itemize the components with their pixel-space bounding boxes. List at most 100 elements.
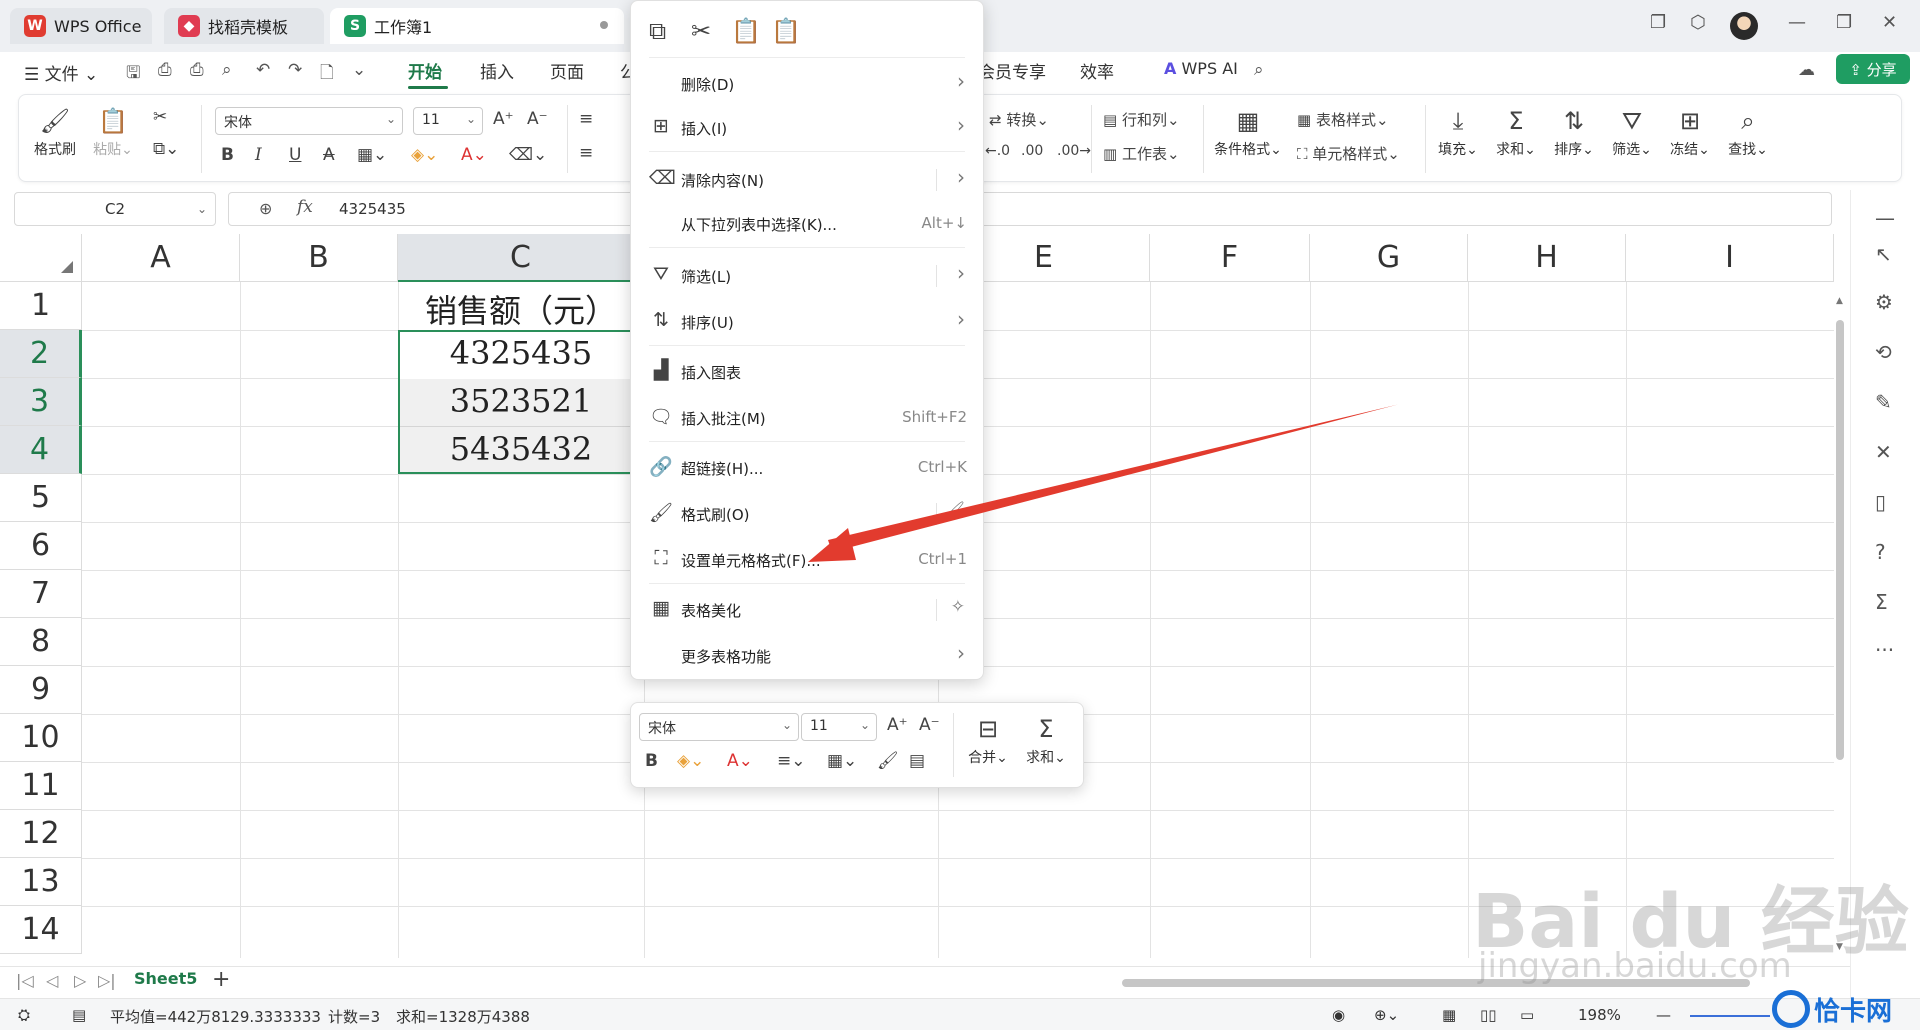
font-color-icon[interactable]: A⌄	[727, 751, 753, 771]
pointer-icon[interactable]: ↖	[1875, 242, 1892, 266]
menu-item-insert[interactable]: ⊞ 插入(I) ›	[631, 107, 983, 147]
increase-font-icon[interactable]: A⁺	[887, 715, 908, 735]
tools-icon[interactable]: ✕	[1875, 440, 1892, 464]
cube-icon[interactable]: ⬡	[1690, 12, 1706, 33]
menu-item-hyperlink[interactable]: 🔗 超链接(H)... Ctrl+K	[631, 447, 983, 487]
next-sheet-icon[interactable]: ▷	[74, 971, 86, 990]
filter-button[interactable]: ⛛ 筛选⌄	[1607, 105, 1657, 159]
row-header-5[interactable]: 5	[0, 474, 82, 522]
mini-font-size-select[interactable]: 11 ⌄	[801, 713, 877, 741]
row-header-13[interactable]: 13	[0, 858, 82, 906]
column-header-g[interactable]: G	[1310, 234, 1468, 282]
print-icon[interactable]: ⎙	[190, 60, 204, 80]
align-top-icon[interactable]: ≡	[579, 109, 593, 129]
row-header-9[interactable]: 9	[0, 666, 82, 714]
column-header-a[interactable]: A	[82, 234, 240, 282]
close-icon[interactable]: ✕	[1882, 12, 1897, 33]
fill-button[interactable]: ⤓ 填充⌄	[1433, 105, 1483, 159]
add-sheet-button[interactable]: +	[212, 967, 230, 992]
border-icon[interactable]: ▦⌄	[357, 145, 387, 165]
underline-icon[interactable]: U	[289, 145, 301, 165]
more-quick-access-icon[interactable]: ⌄	[352, 60, 366, 80]
tab-page[interactable]: 页面	[550, 58, 584, 83]
wrap-text-icon[interactable]: ▤	[909, 751, 925, 771]
row-header-6[interactable]: 6	[0, 522, 82, 570]
cell-c1[interactable]: 销售额（元）	[398, 286, 644, 332]
avatar[interactable]	[1730, 12, 1758, 40]
row-header-1[interactable]: 1	[0, 282, 82, 330]
function-button[interactable]: fx	[297, 197, 313, 217]
page-layout-icon[interactable]: ▯▯	[1480, 1006, 1497, 1024]
cell-c3[interactable]: 3523521	[398, 382, 644, 420]
column-header-f[interactable]: F	[1150, 234, 1310, 282]
decimal-place-icon[interactable]: .00	[1021, 143, 1043, 159]
freeze-button[interactable]: ⊞ 冻结⌄	[1665, 105, 1715, 159]
sum-button[interactable]: Σ 求和⌄	[1491, 105, 1541, 159]
merge-button[interactable]: ⊟ 合并⌄	[963, 713, 1013, 767]
copy-icon[interactable]: ⧉	[649, 17, 666, 45]
menu-item-format-cells[interactable]: ⛶ 设置单元格格式(F)... Ctrl+1	[631, 539, 983, 579]
ai-assistant-icon[interactable]: ✎	[1875, 390, 1892, 414]
tab-workbook[interactable]: S 工作簿1	[330, 8, 624, 44]
zoom-slider[interactable]	[1690, 1015, 1770, 1017]
row-header-12[interactable]: 12	[0, 810, 82, 858]
properties-icon[interactable]: ⚙	[1875, 290, 1893, 314]
paste-icon[interactable]: 📋	[731, 17, 761, 45]
row-header-14[interactable]: 14	[0, 906, 82, 954]
font-name-select[interactable]: 宋体 ⌄	[215, 107, 403, 135]
sheet-tab-sheet5[interactable]: Sheet5	[134, 969, 197, 988]
export-icon[interactable]: ⎙	[158, 60, 172, 80]
tab-insert[interactable]: 插入	[480, 58, 514, 83]
row-header-10[interactable]: 10	[0, 714, 82, 762]
find-button[interactable]: ⌕ 查找⌄	[1723, 105, 1773, 159]
new-doc-icon[interactable]: 🗋	[320, 60, 334, 89]
copy-icon[interactable]: ⧉⌄	[153, 139, 179, 159]
cut-icon[interactable]: ✂	[153, 107, 167, 127]
scroll-thumb[interactable]	[1836, 320, 1844, 760]
cloud-sync-icon[interactable]: ☁	[1798, 60, 1815, 80]
menu-item-beautify-table[interactable]: ▦ 表格美化 ✧	[631, 589, 983, 629]
wps-ai-button[interactable]: A WPS AI	[1164, 59, 1238, 78]
row-header-4[interactable]: 4	[0, 426, 82, 474]
page-break-icon[interactable]: ▭	[1520, 1006, 1534, 1024]
conditional-format-button[interactable]: ▦ 条件格式⌄	[1209, 105, 1287, 159]
row-header-3[interactable]: 3	[0, 378, 82, 426]
vertical-scrollbar[interactable]: ▲ ▼	[1834, 282, 1848, 958]
book-icon[interactable]: ▯	[1875, 490, 1886, 514]
tab-templates[interactable]: ◆ 找稻壳模板	[164, 8, 324, 44]
align-icon[interactable]: ≡⌄	[777, 751, 806, 771]
first-sheet-icon[interactable]: |◁	[16, 971, 34, 990]
decrease-font-icon[interactable]: A⁻	[919, 715, 940, 735]
cut-icon[interactable]: ✂	[691, 17, 711, 45]
format-painter-button[interactable]: 🖌 格式刷	[31, 105, 79, 159]
menu-item-clear-contents[interactable]: ⌫ 清除内容(N) ›	[631, 159, 983, 199]
brush-icon[interactable]: 🖌	[877, 751, 899, 771]
menu-item-insert-comment[interactable]: 🗨 插入批注(M) Shift+F2	[631, 397, 983, 437]
menu-item-delete[interactable]: 删除(D) ›	[631, 63, 983, 103]
tab-efficiency[interactable]: 效率	[1080, 58, 1114, 83]
border-icon[interactable]: ▦⌄	[827, 751, 857, 771]
collapse-icon[interactable]: —	[1875, 206, 1895, 230]
cell-c2[interactable]: 4325435	[398, 334, 644, 372]
eraser-icon[interactable]: ⌫⌄	[509, 145, 547, 165]
help-icon[interactable]: ?	[1875, 540, 1886, 564]
column-header-i[interactable]: I	[1626, 234, 1834, 282]
formula-sum-icon[interactable]: Σ	[1875, 590, 1888, 614]
font-size-select[interactable]: 11 ⌄	[413, 107, 483, 135]
redo-icon[interactable]: ↷	[288, 60, 302, 80]
undo-icon[interactable]: ↶	[256, 60, 270, 80]
bold-icon[interactable]: B	[645, 751, 658, 771]
minimize-icon[interactable]: —	[1788, 12, 1806, 33]
cell-style-button[interactable]: ⛶ 单元格样式⌄	[1297, 143, 1400, 164]
more-icon[interactable]: ···	[1875, 638, 1894, 662]
row-col-button[interactable]: ▤ 行和列⌄	[1103, 109, 1180, 130]
table-style-button[interactable]: ▦ 表格样式⌄	[1297, 109, 1389, 130]
fill-color-icon[interactable]: ◈⌄	[411, 145, 438, 165]
menu-item-filter[interactable]: ⛛ 筛选(L) ›	[631, 255, 983, 295]
italic-icon[interactable]: I	[255, 145, 262, 165]
eye-protection-icon[interactable]: ◉	[1332, 1006, 1345, 1024]
mini-font-name-select[interactable]: 宋体 ⌄	[639, 713, 799, 741]
decrease-font-icon[interactable]: A⁻	[527, 109, 548, 129]
sort-button[interactable]: ⇅ 排序⌄	[1549, 105, 1599, 159]
prev-sheet-icon[interactable]: ◁	[46, 971, 58, 990]
